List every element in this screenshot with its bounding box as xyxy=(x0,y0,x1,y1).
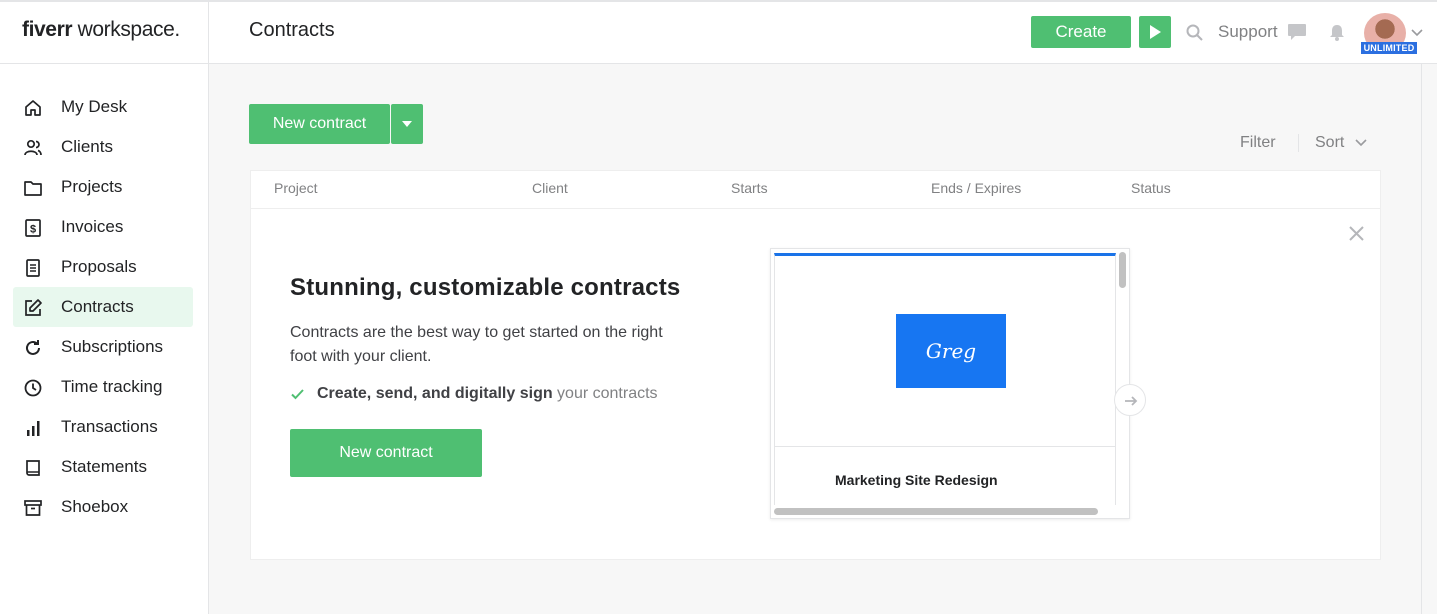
bell-icon[interactable] xyxy=(1328,23,1347,42)
new-contract-dropdown[interactable] xyxy=(391,104,423,144)
svg-text:$: $ xyxy=(30,224,36,236)
top-bar: fiverr workspace. Contracts Create Suppo… xyxy=(0,0,1437,64)
preview-divider xyxy=(775,446,1115,447)
filter-button[interactable]: Filter xyxy=(1240,134,1276,152)
caret-down-icon xyxy=(402,121,412,127)
close-icon[interactable] xyxy=(1349,226,1364,241)
sidebar-item-label: Shoebox xyxy=(61,497,129,516)
sidebar-item-label: Proposals xyxy=(61,257,137,276)
clock-icon xyxy=(24,379,42,397)
users-icon xyxy=(24,139,42,156)
sidebar-item-label: Time tracking xyxy=(61,377,163,396)
sidebar-item-label: Projects xyxy=(61,177,123,196)
sidebar-item-transactions[interactable]: Transactions xyxy=(13,407,193,447)
page-title: Contracts xyxy=(249,19,335,41)
create-button[interactable]: Create xyxy=(1031,16,1131,48)
edit-icon xyxy=(25,299,42,316)
invoice-icon: $ xyxy=(25,219,41,237)
table-header-divider xyxy=(250,208,1381,209)
sidebar: My Desk Clients Projects $ Invoices Prop… xyxy=(0,64,209,614)
plan-badge: UNLIMITED xyxy=(1361,42,1417,54)
sort-button[interactable]: Sort xyxy=(1315,134,1344,152)
refresh-icon xyxy=(26,340,40,355)
vertical-scrollbar[interactable] xyxy=(1119,252,1126,288)
sidebar-item-label: My Desk xyxy=(61,97,128,116)
check-icon xyxy=(291,389,304,400)
new-contract-button[interactable]: New contract xyxy=(249,104,390,144)
arrow-right-icon xyxy=(1125,396,1138,406)
play-icon xyxy=(1150,25,1161,39)
preview-next-button[interactable] xyxy=(1114,384,1146,416)
preview-project-name: Marketing Site Redesign xyxy=(835,472,998,488)
sidebar-item-label: Contracts xyxy=(61,297,134,316)
chevron-down-icon[interactable] xyxy=(1411,29,1423,37)
sidebar-item-statements[interactable]: Statements xyxy=(13,447,193,487)
sidebar-item-label: Invoices xyxy=(61,217,124,236)
promo-title: Stunning, customizable contracts xyxy=(290,274,681,301)
sidebar-item-label: Statements xyxy=(61,457,147,476)
scroll-edge xyxy=(1421,64,1422,614)
contract-preview-page: Greg Little Marketing Site Redesign xyxy=(774,253,1116,505)
chevron-down-icon[interactable] xyxy=(1355,139,1367,147)
sidebar-item-label: Clients xyxy=(61,137,113,156)
horizontal-scrollbar[interactable] xyxy=(774,508,1098,515)
column-header-project[interactable]: Project xyxy=(274,180,318,196)
column-header-ends[interactable]: Ends / Expires xyxy=(931,180,1021,196)
sidebar-item-shoebox[interactable]: Shoebox xyxy=(13,487,193,527)
promo-description: Contracts are the best way to get starte… xyxy=(290,324,663,365)
sidebar-item-label: Transactions xyxy=(61,417,158,436)
column-header-status[interactable]: Status xyxy=(1131,180,1171,196)
home-icon xyxy=(25,100,41,116)
chat-icon[interactable] xyxy=(1287,23,1307,42)
sidebar-item-clients[interactable]: Clients xyxy=(13,127,193,167)
support-link[interactable]: Support xyxy=(1218,22,1278,42)
sidebar-item-time-tracking[interactable]: Time tracking xyxy=(13,367,193,407)
fiverr-workspace-logo[interactable]: fiverr workspace. xyxy=(22,18,180,42)
divider xyxy=(1298,134,1299,152)
brand-area: fiverr workspace. xyxy=(0,2,209,64)
sidebar-item-label: Subscriptions xyxy=(61,337,164,356)
sidebar-item-subscriptions[interactable]: Subscriptions xyxy=(13,327,193,367)
promo-feature-rest: your contracts xyxy=(552,385,658,402)
sidebar-item-contracts[interactable]: Contracts xyxy=(13,287,193,327)
sidebar-item-invoices[interactable]: $ Invoices xyxy=(13,207,193,247)
search-icon[interactable] xyxy=(1186,24,1203,41)
book-icon xyxy=(26,460,40,476)
promo-feature: Create, send, and digitally sign your co… xyxy=(317,385,658,403)
column-header-client[interactable]: Client xyxy=(532,180,568,196)
promo-feature-bold: Create, send, and digitally sign xyxy=(317,385,553,402)
sidebar-item-proposals[interactable]: Proposals xyxy=(13,247,193,287)
column-header-starts[interactable]: Starts xyxy=(731,180,768,196)
document-icon xyxy=(26,259,40,277)
contract-preview[interactable]: Greg Little Marketing Site Redesign xyxy=(770,248,1130,519)
promo-new-contract-button[interactable]: New contract xyxy=(290,429,482,477)
play-video-button[interactable] xyxy=(1139,16,1171,48)
sidebar-item-my-desk[interactable]: My Desk xyxy=(13,87,193,127)
bar-chart-icon xyxy=(27,421,40,436)
archive-icon xyxy=(24,500,42,516)
sidebar-item-projects[interactable]: Projects xyxy=(13,167,193,207)
folder-icon xyxy=(24,181,42,196)
preview-logo: Greg Little xyxy=(896,314,1006,437)
